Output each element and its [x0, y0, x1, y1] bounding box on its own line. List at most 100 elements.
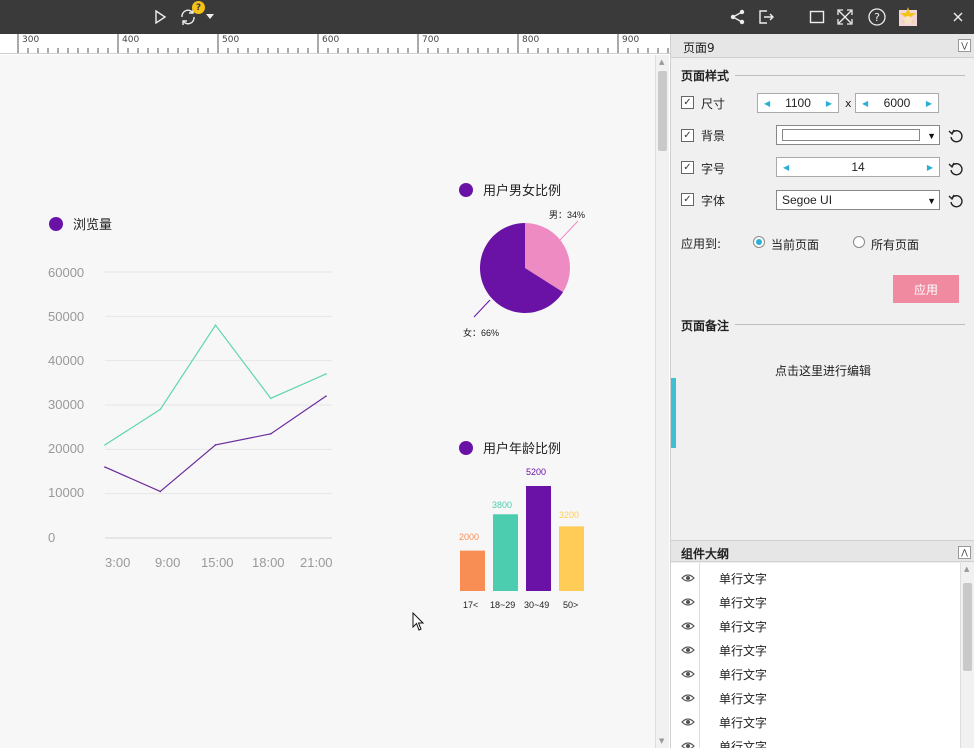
bar: [559, 526, 584, 591]
background-label: 背景: [701, 129, 726, 143]
decrement-icon[interactable]: ◀: [764, 99, 770, 108]
outline-item-label[interactable]: 单行文字: [719, 618, 767, 635]
svg-text:?: ?: [874, 11, 880, 24]
visibility-eye-icon[interactable]: [681, 741, 695, 748]
scroll-thumb[interactable]: [963, 583, 972, 671]
scroll-up-icon[interactable]: ▲: [659, 58, 664, 66]
bar-category-label: 18~29: [490, 600, 516, 610]
scroll-thumb[interactable]: [658, 71, 667, 151]
apply-button[interactable]: 应用: [893, 275, 959, 303]
height-value: 6000: [883, 96, 911, 110]
outline-item-label[interactable]: 单行文字: [719, 594, 767, 611]
page-notes-section-title: 页面备注: [681, 319, 730, 333]
dropdown-arrow-icon: ▼: [927, 131, 936, 141]
help-icon[interactable]: ?: [865, 5, 889, 29]
increment-icon[interactable]: ▶: [926, 99, 932, 108]
visibility-eye-icon[interactable]: [681, 597, 695, 607]
bar-value-label: 2000: [459, 532, 480, 542]
height-stepper[interactable]: ◀ 6000 ▶: [855, 93, 939, 113]
outline-item-label[interactable]: 单行文字: [719, 666, 767, 683]
notes-edit-area[interactable]: 点击这里进行编辑: [671, 362, 974, 379]
bar-value-label: 3200: [559, 510, 580, 520]
properties-panel: 页面9 ⋁ 页面样式 ✓ 尺寸 ◀ 1100 ▶ x ◀ 6000 ▶ ✓ 背景…: [670, 34, 974, 748]
font-label: 字体: [701, 194, 726, 208]
top-toolbar: ? ?: [0, 0, 974, 34]
outline-section-title: 组件大纲: [681, 547, 730, 561]
user-avatar-icon[interactable]: [896, 5, 920, 29]
bar-category-label: 30~49: [524, 600, 550, 610]
reset-icon[interactable]: [948, 128, 964, 144]
color-swatch: [782, 129, 920, 141]
fullscreen-icon[interactable]: [833, 5, 857, 29]
visibility-eye-icon[interactable]: [681, 669, 695, 679]
outline-scrollbar[interactable]: ▲: [961, 563, 974, 748]
export-icon[interactable]: [754, 5, 778, 29]
divider: [699, 563, 700, 748]
current-page-radio[interactable]: [753, 236, 765, 248]
section-divider: [735, 324, 965, 325]
visibility-eye-icon[interactable]: [681, 621, 695, 631]
canvas-scrollbar[interactable]: ▲ ▼: [655, 55, 669, 748]
ruler-label: 300: [22, 35, 40, 45]
dropdown-arrow-icon: ▼: [927, 196, 936, 206]
expand-icon[interactable]: ⋀: [958, 546, 971, 559]
background-color-select[interactable]: ▼: [776, 125, 940, 145]
scroll-up-icon[interactable]: ▲: [964, 565, 969, 573]
outline-item-label[interactable]: 单行文字: [719, 714, 767, 731]
reset-icon[interactable]: [948, 161, 964, 177]
increment-icon[interactable]: ▶: [826, 99, 832, 108]
dropdown-caret-icon[interactable]: [203, 5, 217, 29]
reset-icon[interactable]: [948, 193, 964, 209]
font-size-label: 字号: [701, 162, 726, 176]
window-icon[interactable]: [805, 5, 829, 29]
visibility-eye-icon[interactable]: [681, 693, 695, 703]
bar-value-label: 5200: [526, 467, 547, 477]
outline-header: 组件大纲 ⋀: [671, 540, 974, 562]
width-stepper[interactable]: ◀ 1100 ▶: [757, 93, 839, 113]
outline-item-label[interactable]: 单行文字: [719, 570, 767, 587]
outline-item-label[interactable]: 单行文字: [719, 738, 767, 748]
visibility-eye-icon[interactable]: [681, 645, 695, 655]
outline-item-label[interactable]: 单行文字: [719, 690, 767, 707]
apply-to-label: 应用到:: [681, 237, 722, 251]
bar: [493, 514, 518, 591]
ruler-label: 500: [222, 35, 240, 45]
age-bar-chart: [460, 486, 584, 591]
font-select[interactable]: Segoe UI ▼: [776, 190, 940, 210]
bar-value-label: 3800: [492, 500, 513, 510]
font-size-stepper[interactable]: ◀ 14 ▶: [776, 157, 940, 177]
size-label: 尺寸: [701, 97, 726, 111]
play-icon[interactable]: [148, 5, 172, 29]
visibility-eye-icon[interactable]: [681, 573, 695, 583]
visibility-eye-icon[interactable]: [681, 717, 695, 727]
ruler-label: 600: [322, 35, 340, 45]
font-size-value: 14: [851, 160, 865, 174]
font-checkbox[interactable]: ✓: [681, 193, 694, 206]
mouse-cursor-icon: [412, 612, 425, 631]
outline-list: 单行文字 单行文字 单行文字 单行文字 单行文字 单行文字 单行文字 单行文字: [671, 563, 961, 748]
outline-item-label[interactable]: 单行文字: [719, 642, 767, 659]
increment-icon[interactable]: ▶: [927, 163, 933, 172]
decrement-icon[interactable]: ◀: [862, 99, 868, 108]
size-checkbox[interactable]: ✓: [681, 96, 694, 109]
ruler-label: 900: [622, 35, 640, 45]
design-canvas[interactable]: 浏览量 60000 50000 40000 30000 20000 10000 …: [0, 55, 655, 748]
all-pages-radio[interactable]: [853, 236, 865, 248]
close-icon[interactable]: [946, 5, 970, 29]
panel-collapse-tab[interactable]: [671, 378, 676, 448]
section-divider: [735, 75, 965, 76]
font-value: Segoe UI: [782, 193, 833, 207]
background-checkbox[interactable]: ✓: [681, 129, 694, 142]
page-style-section-title: 页面样式: [681, 69, 730, 83]
bar: [460, 550, 485, 591]
ruler-label: 700: [422, 35, 440, 45]
share-icon[interactable]: [726, 5, 750, 29]
decrement-icon[interactable]: ◀: [783, 163, 789, 172]
scroll-down-icon[interactable]: ▼: [659, 737, 664, 745]
panel-title: 页面9: [683, 41, 715, 55]
font-size-checkbox[interactable]: ✓: [681, 161, 694, 174]
current-page-label: 当前页面: [771, 238, 820, 252]
collapse-icon[interactable]: ⋁: [958, 39, 971, 52]
all-pages-label: 所有页面: [871, 238, 920, 252]
panel-header: 页面9 ⋁: [671, 34, 974, 58]
